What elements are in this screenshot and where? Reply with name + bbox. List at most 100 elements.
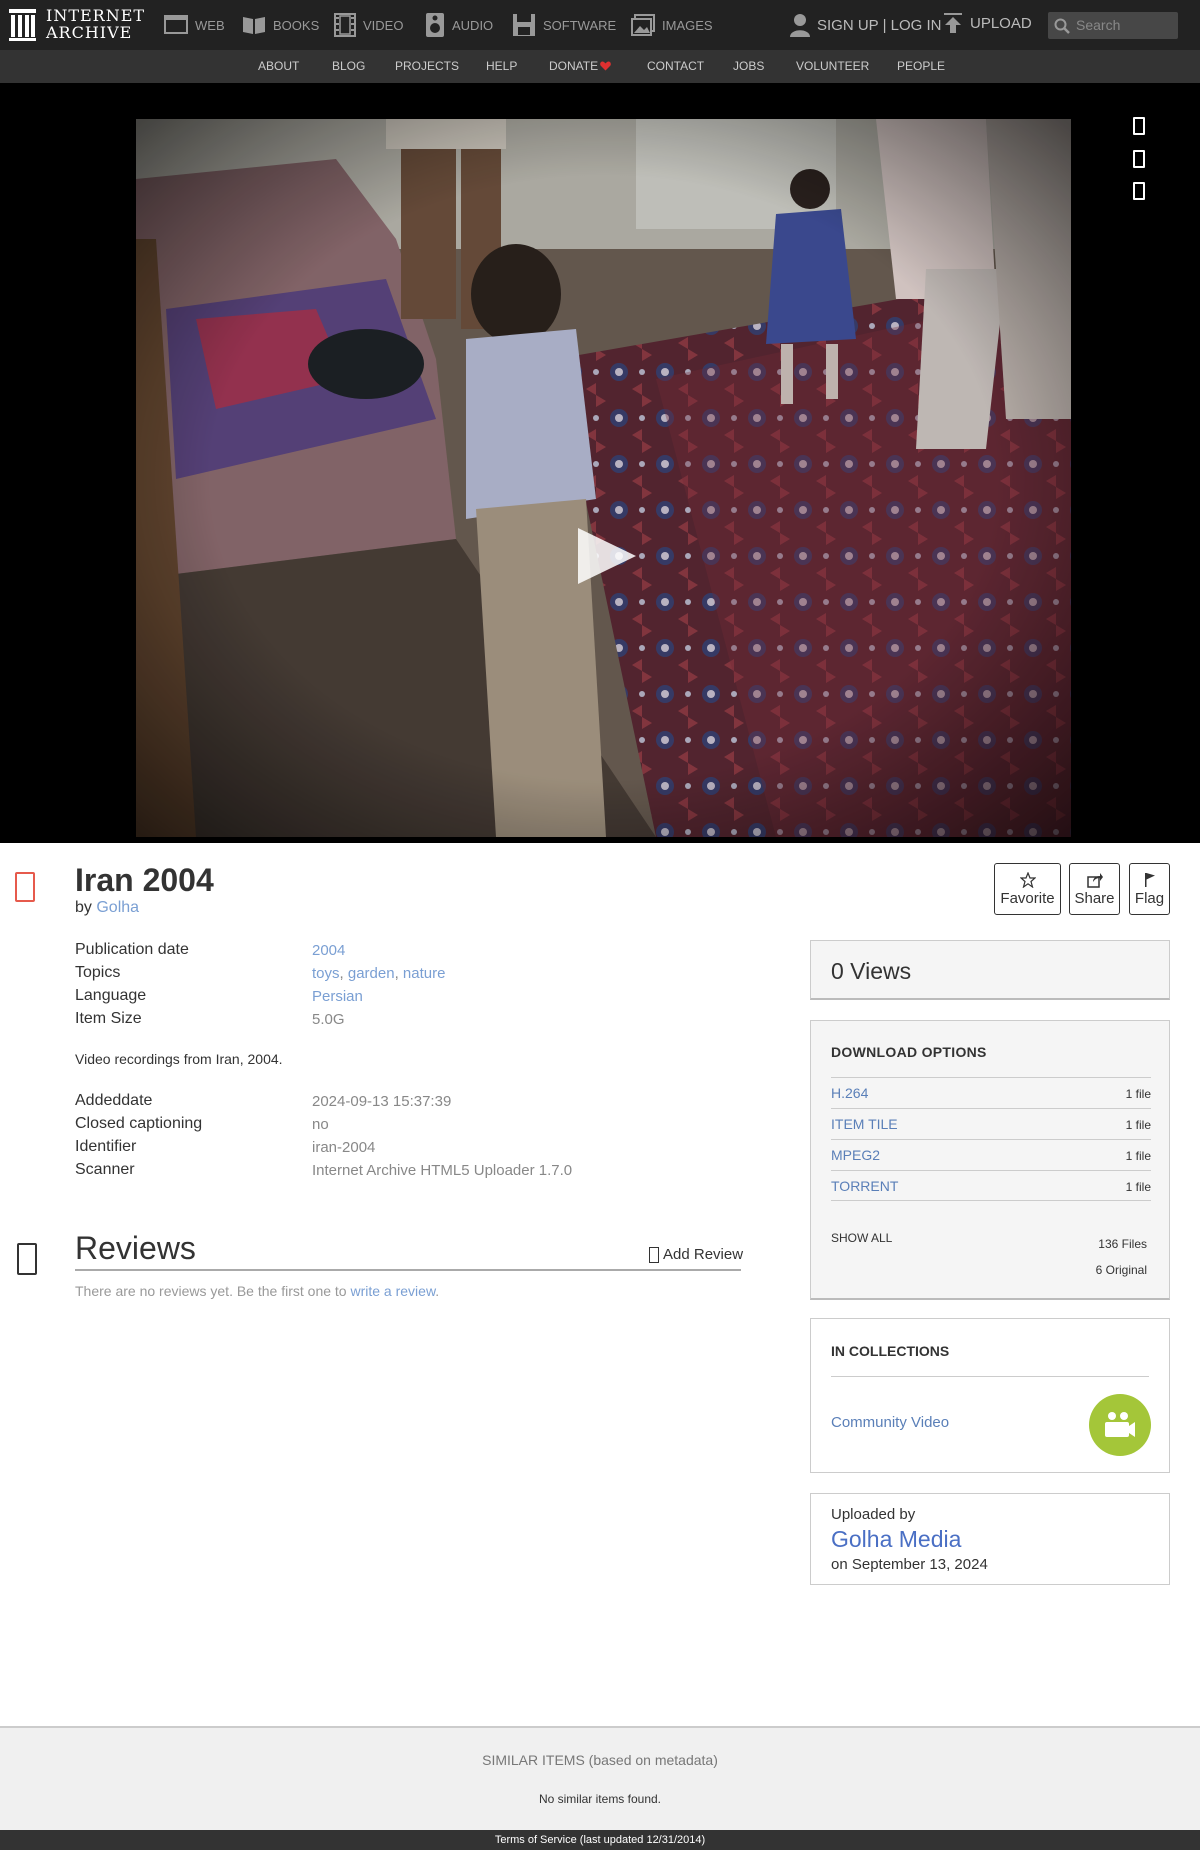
top-navigation: INTERNET ARCHIVE WEB BOOKS VIDEO AUDIO S… [0, 0, 1200, 50]
video-frame [136, 119, 1071, 837]
views-box: 0 Views [810, 940, 1170, 1000]
no-similar-items-text: No similar items found. [538, 1792, 662, 1806]
collections-divider [831, 1376, 1149, 1377]
download-format-link[interactable]: H.264 [831, 1085, 868, 1101]
pubdate-label: Publication date [75, 941, 189, 958]
subnav-jobs[interactable]: JOBS [733, 50, 764, 83]
item-title: Iran 2004 [75, 862, 214, 898]
subnav-contact[interactable]: CONTACT [647, 50, 704, 83]
subnav-projects[interactable]: PROJECTS [395, 50, 459, 83]
speaker-icon [426, 13, 444, 37]
download-format-link[interactable]: TORRENT [831, 1178, 898, 1194]
topics-value: toys, garden, nature [312, 965, 446, 982]
topic-link[interactable]: toys [312, 965, 340, 982]
by-label: by [75, 899, 92, 916]
addeddate-label: Addeddate [75, 1092, 153, 1109]
search-input[interactable]: Search [1048, 12, 1178, 39]
identifier-value: iran-2004 [312, 1139, 376, 1156]
subnav-people[interactable]: PEOPLE [897, 50, 945, 83]
download-file-count: 1 file [1125, 1087, 1151, 1101]
subnav-volunteer[interactable]: VOLUNTEER [796, 50, 869, 83]
favorite-button[interactable]: Favorite [994, 863, 1061, 915]
views-count: 0 Views [831, 958, 912, 984]
upload-date: on September 13, 2024 [831, 1556, 988, 1573]
community-video-collection-icon[interactable] [1089, 1394, 1151, 1456]
movies-mediatype-icon [15, 872, 35, 902]
nav-web[interactable]: WEB [164, 0, 225, 50]
nav-audio[interactable]: AUDIO [425, 0, 493, 50]
reviews-icon [17, 1243, 37, 1275]
subnav-help[interactable]: HELP [486, 50, 517, 83]
subnav-blog[interactable]: BLOG [332, 50, 365, 83]
scanner-value: Internet Archive HTML5 Uploader 1.7.0 [312, 1162, 573, 1179]
uploaded-by-label: Uploaded by [831, 1506, 916, 1523]
nav-web-label: WEB [195, 17, 225, 33]
closed-captioning-label: Closed captioning [75, 1115, 203, 1132]
download-options-heading: DOWNLOAD OPTIONS [831, 1044, 987, 1060]
uploader-box: Uploaded by Golha Media on September 13,… [810, 1493, 1170, 1585]
add-review-button[interactable]: Add Review [649, 1246, 743, 1263]
flag-label: Flag [1134, 890, 1165, 907]
uploader-link[interactable]: Golha Media [831, 1526, 961, 1553]
collections-box: IN COLLECTIONS Community Video [810, 1318, 1170, 1473]
download-format-link[interactable]: ITEM TILE [831, 1116, 898, 1132]
pubdate-value: 2004 [312, 942, 345, 959]
share-icon [1086, 873, 1103, 888]
download-row[interactable]: MPEG2 1 file [831, 1139, 1151, 1171]
show-all-link[interactable]: SHOW ALL [831, 1231, 892, 1245]
topic-link[interactable]: nature [403, 965, 446, 982]
item-size-value: 5.0G [312, 1011, 345, 1028]
collection-link[interactable]: Community Video [831, 1414, 949, 1431]
logo-text-archive: ARCHIVE [46, 23, 133, 42]
nav-books[interactable]: BOOKS [242, 0, 319, 50]
total-files-count: 136 Files [1098, 1237, 1147, 1251]
download-row[interactable]: TORRENT 1 file [831, 1170, 1151, 1202]
download-options-box: DOWNLOAD OPTIONS H.264 1 file ITEM TILE … [810, 1020, 1170, 1300]
creator-link[interactable]: Golha [96, 899, 139, 916]
heart-icon [600, 61, 611, 71]
nav-books-label: BOOKS [273, 17, 320, 33]
pubdate-link[interactable]: 2004 [312, 942, 345, 959]
similar-items-heading: SIMILAR ITEMS (based on metadata) [482, 1752, 718, 1768]
download-row[interactable]: ITEM TILE 1 file [831, 1108, 1151, 1140]
topic-link[interactable]: garden [348, 965, 395, 982]
language-label: Language [75, 987, 147, 1004]
books-icon [243, 17, 265, 34]
language-link[interactable]: Persian [312, 988, 363, 1005]
nav-video[interactable]: VIDEO [334, 0, 403, 50]
download-file-count: 1 file [1125, 1118, 1151, 1132]
nav-images-label: IMAGES [662, 17, 713, 33]
topics-label: Topics [75, 964, 121, 981]
closed-captioning-value: no [312, 1116, 329, 1133]
similar-items-section: SIMILAR ITEMS (based on metadata) No sim… [0, 1726, 1200, 1830]
flag-button[interactable]: Flag [1129, 863, 1170, 915]
flag-icon [1144, 873, 1155, 887]
internet-archive-logo[interactable]: INTERNET ARCHIVE [9, 6, 149, 44]
share-button[interactable]: Share [1069, 863, 1120, 915]
video-player[interactable] [0, 83, 1200, 843]
add-review-label: Add Review [663, 1246, 744, 1263]
subnav-donate[interactable]: DONATE [549, 50, 598, 83]
write-review-link[interactable]: write a review [350, 1283, 435, 1299]
camera-people-icon [1105, 1412, 1135, 1437]
download-row[interactable]: H.264 1 file [831, 1077, 1151, 1109]
nav-sign-up-log-in[interactable]: SIGN UP | LOG IN [790, 0, 941, 50]
nav-software[interactable]: SOFTWARE [512, 0, 616, 50]
terms-of-service-footer[interactable]: Terms of Service (last updated 12/31/201… [0, 1830, 1200, 1850]
web-icon [164, 15, 188, 34]
player-info-icon[interactable] [1133, 117, 1145, 135]
reviews-divider [75, 1269, 741, 1271]
nav-audio-label: AUDIO [452, 17, 494, 33]
play-icon[interactable] [576, 526, 638, 586]
download-file-count: 1 file [1125, 1149, 1151, 1163]
nav-upload[interactable]: UPLOAD [943, 0, 1032, 48]
download-format-link[interactable]: MPEG2 [831, 1147, 880, 1163]
player-fullscreen-icon[interactable] [1133, 182, 1145, 200]
no-reviews-message: There are no reviews yet. Be the first o… [75, 1283, 347, 1299]
share-label: Share [1074, 890, 1115, 907]
secondary-navigation: ABOUT BLOG PROJECTS HELP DONATE CONTACT … [0, 50, 1200, 83]
identifier-label: Identifier [75, 1138, 137, 1155]
subnav-about[interactable]: ABOUT [258, 50, 299, 83]
nav-images[interactable]: IMAGES [631, 0, 713, 50]
player-embed-icon[interactable] [1133, 150, 1145, 168]
